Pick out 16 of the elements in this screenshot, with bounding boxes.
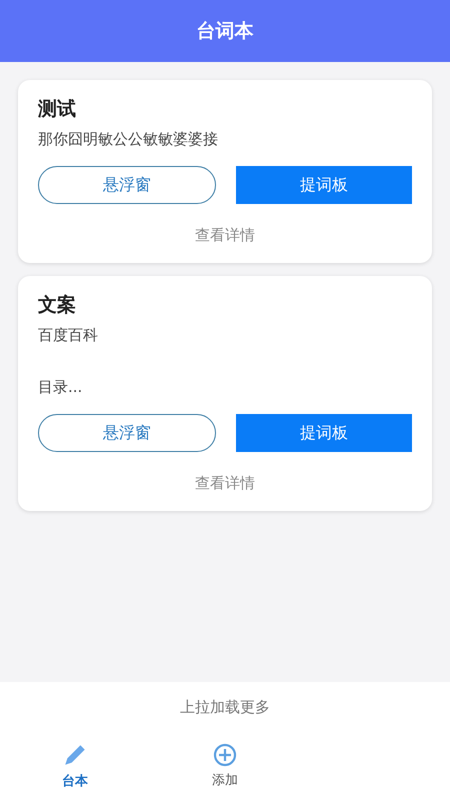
card-title: 文案 bbox=[38, 293, 77, 318]
add-icon bbox=[213, 743, 237, 767]
details-link[interactable]: 查看详情 bbox=[195, 226, 255, 245]
page-title: 台词本 bbox=[196, 19, 254, 44]
teleprompter-button[interactable]: 提词板 bbox=[236, 414, 412, 452]
card-title: 测试 bbox=[38, 97, 77, 122]
floating-window-button[interactable]: 悬浮窗 bbox=[38, 414, 216, 452]
floating-window-button[interactable]: 悬浮窗 bbox=[38, 166, 216, 204]
teleprompter-button[interactable]: 提词板 bbox=[236, 166, 412, 204]
tab-item[interactable]: 台本 bbox=[0, 732, 150, 800]
details-link[interactable]: 查看详情 bbox=[195, 474, 255, 493]
card-text: 目录... bbox=[38, 378, 84, 398]
card-text: 那你囧明敏公公敏敏婆婆接 bbox=[38, 130, 219, 150]
tab-item[interactable]: 添加 bbox=[150, 732, 300, 800]
card-text: 百度百科 bbox=[38, 326, 99, 346]
load-more-hint: 上拉加载更多 bbox=[0, 682, 450, 732]
